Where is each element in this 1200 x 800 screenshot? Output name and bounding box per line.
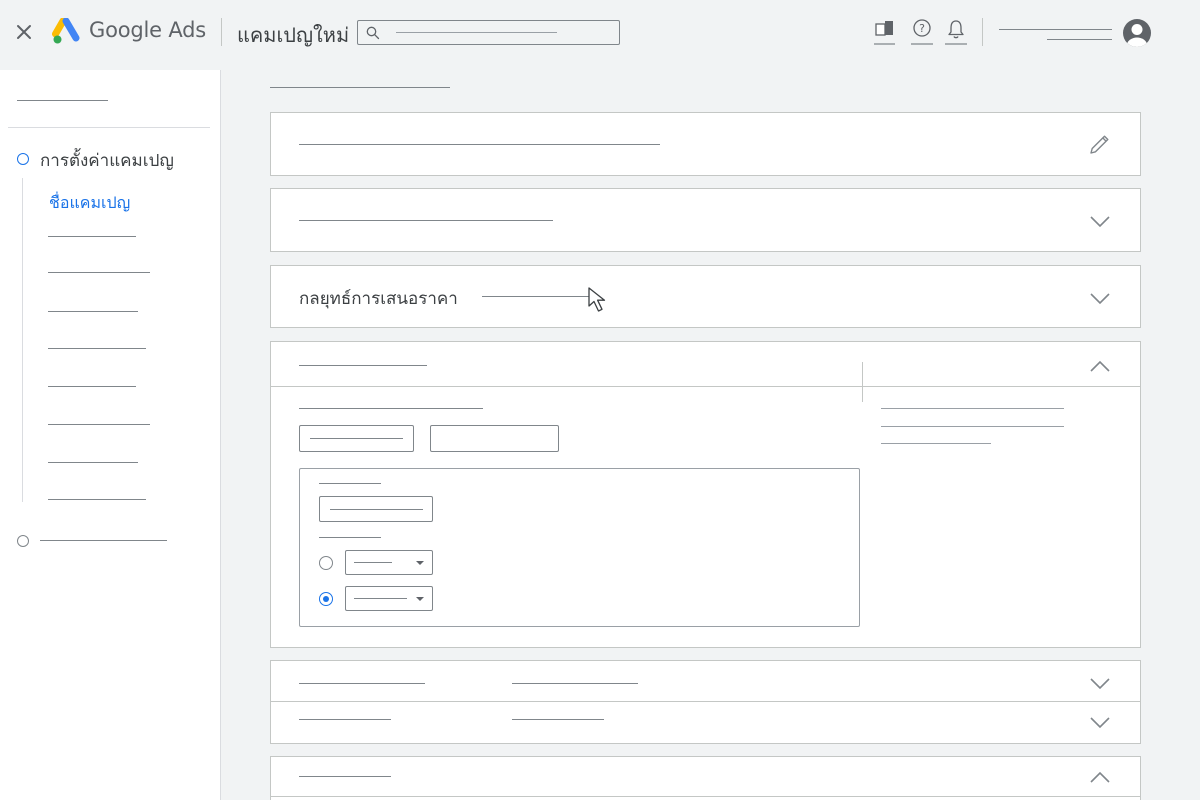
header-divider bbox=[221, 18, 222, 46]
sidebar-step-2[interactable] bbox=[40, 540, 167, 541]
bid-strategy-card[interactable]: กลยุทธ์การเสนอราคา bbox=[270, 265, 1141, 328]
sidebar-item[interactable] bbox=[48, 424, 150, 425]
panel-label-line bbox=[319, 537, 381, 538]
option-button-2[interactable] bbox=[430, 425, 559, 452]
radio-option-1[interactable] bbox=[319, 556, 333, 570]
collapsed-sections-card bbox=[270, 660, 1141, 744]
chevron-down-icon[interactable] bbox=[1089, 292, 1111, 306]
sidebar-item[interactable] bbox=[48, 272, 150, 273]
reports-icon[interactable] bbox=[873, 18, 897, 46]
expanded-section-card-2 bbox=[270, 756, 1141, 800]
sidebar-item[interactable] bbox=[48, 348, 146, 349]
account-avatar-icon[interactable] bbox=[1121, 17, 1153, 49]
campaign-steps-sidebar: การตั้งค่าแคมเปญ ชื่อแคมเปญ bbox=[0, 70, 221, 800]
collapsed-row[interactable] bbox=[271, 661, 1140, 701]
chevron-down-icon[interactable] bbox=[1089, 716, 1111, 730]
section-title-line bbox=[299, 776, 391, 777]
dropdown-select-2[interactable] bbox=[345, 586, 433, 611]
sidebar-item[interactable] bbox=[48, 462, 138, 463]
header-divider-right bbox=[982, 18, 983, 46]
search-input[interactable] bbox=[357, 20, 620, 45]
page-heading-line bbox=[270, 87, 450, 88]
dropdown-select-1[interactable] bbox=[345, 550, 433, 575]
radio-option-2-selected[interactable] bbox=[319, 592, 333, 606]
vertical-divider bbox=[862, 362, 863, 402]
panel-input-field[interactable] bbox=[319, 496, 433, 522]
section-divider bbox=[271, 386, 1140, 387]
sidebar-step-campaign-settings[interactable]: การตั้งค่าแคมเปญ bbox=[40, 147, 174, 174]
top-app-bar: Google Ads แคมเปญใหม่ ? bbox=[0, 0, 1200, 70]
account-email-line bbox=[1047, 39, 1112, 40]
chevron-up-icon[interactable] bbox=[1089, 770, 1111, 784]
mouse-cursor-icon bbox=[588, 287, 606, 312]
edit-pencil-icon[interactable] bbox=[1086, 132, 1112, 158]
sidebar-item[interactable] bbox=[48, 311, 138, 312]
step-indicator-active bbox=[17, 153, 29, 165]
field-label-line bbox=[299, 408, 483, 409]
sidebar-item[interactable] bbox=[48, 236, 136, 237]
dropdown-arrow-icon bbox=[416, 561, 424, 565]
bid-strategy-label: กลยุทธ์การเสนอราคา bbox=[299, 289, 458, 309]
account-name-line bbox=[999, 29, 1112, 30]
card-title-line bbox=[299, 144, 660, 145]
step-connector-line bbox=[22, 178, 23, 502]
chevron-down-icon[interactable] bbox=[1089, 215, 1111, 229]
help-text-line bbox=[881, 426, 1064, 427]
close-icon[interactable] bbox=[14, 22, 34, 42]
notifications-icon[interactable] bbox=[944, 18, 968, 46]
section-divider bbox=[271, 796, 1140, 797]
chevron-up-icon[interactable] bbox=[1089, 359, 1111, 373]
step-indicator bbox=[17, 535, 29, 547]
collapsed-row[interactable] bbox=[271, 702, 1140, 743]
sidebar-item[interactable] bbox=[48, 386, 136, 387]
campaign-name-card[interactable] bbox=[270, 112, 1141, 176]
help-icon[interactable]: ? bbox=[910, 18, 934, 46]
option-button-1[interactable] bbox=[299, 425, 414, 452]
help-text-line bbox=[881, 408, 1064, 409]
svg-text:?: ? bbox=[919, 22, 925, 35]
campaign-title: แคมเปญใหม่ bbox=[237, 23, 350, 47]
expanded-section-card bbox=[270, 341, 1141, 648]
panel-label-line bbox=[319, 483, 381, 484]
sidebar-separator bbox=[8, 127, 210, 128]
card-title-line bbox=[299, 220, 553, 221]
search-icon bbox=[366, 26, 380, 40]
sidebar-item[interactable] bbox=[48, 499, 146, 500]
section-title-line bbox=[299, 365, 427, 366]
settings-panel bbox=[299, 468, 860, 627]
sidebar-item-campaign-name[interactable]: ชื่อแคมเปญ bbox=[49, 191, 130, 216]
dropdown-arrow-icon bbox=[416, 597, 424, 601]
settings-section-card[interactable] bbox=[270, 188, 1141, 252]
brand-name: Google Ads bbox=[89, 18, 206, 42]
chevron-down-icon[interactable] bbox=[1089, 677, 1111, 691]
bid-strategy-value-line bbox=[482, 296, 594, 297]
sidebar-heading-line bbox=[17, 100, 108, 101]
help-text-line bbox=[881, 443, 991, 444]
search-placeholder-line bbox=[396, 32, 557, 33]
google-ads-logo bbox=[52, 18, 80, 44]
